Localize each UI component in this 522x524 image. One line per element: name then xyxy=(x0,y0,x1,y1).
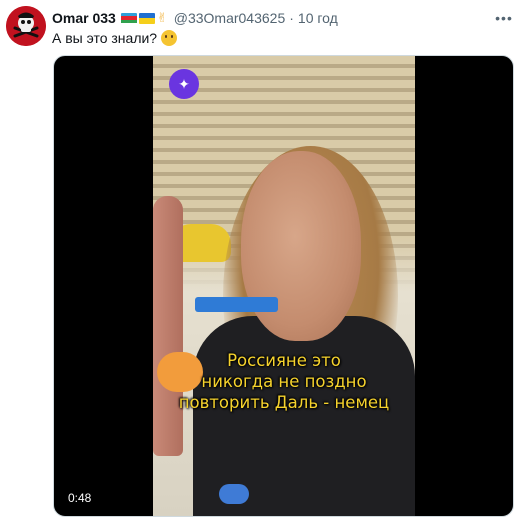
thinking-face-icon xyxy=(161,30,178,46)
more-options-icon[interactable]: ••• xyxy=(492,6,516,30)
video-frame[interactable] xyxy=(153,56,415,516)
tweet-text-content: А вы это знали? xyxy=(52,30,158,46)
woman-face xyxy=(241,151,361,341)
ukraine-flag-icon xyxy=(138,12,155,24)
caption-line: Россияне это xyxy=(227,351,341,370)
tweet-card[interactable]: Omar 033 ✌ @33Omar043625 · 10 год ••• А … xyxy=(0,0,522,524)
caption-line: никогда не поздно xyxy=(201,372,367,391)
azerbaijan-flag-icon xyxy=(120,12,137,24)
author-handle[interactable]: @33Omar043625 xyxy=(174,8,286,28)
sparkles-icon[interactable]: ✦ xyxy=(169,69,199,99)
avatar[interactable] xyxy=(6,6,46,46)
separator-dot: · xyxy=(289,10,294,26)
author-name[interactable]: Omar 033 xyxy=(52,8,116,28)
caption-line: повторить Даль - немец xyxy=(178,393,390,412)
tweet-timestamp[interactable]: 10 год xyxy=(298,8,338,28)
blue-overlay-bar xyxy=(195,297,278,312)
tweet-text: А вы это знали? xyxy=(52,28,178,48)
video-duration: 0:48 xyxy=(64,489,96,507)
pirate-skull-icon xyxy=(6,6,46,46)
tweet-header: Omar 033 ✌ @33Omar043625 · 10 год xyxy=(52,8,338,28)
video-player[interactable]: ✦ Россияне это никогда не поздно повтори… xyxy=(53,55,514,517)
video-caption: Россияне это никогда не поздно повторить… xyxy=(164,350,404,413)
victory-hand-icon: ✌ xyxy=(156,10,168,25)
